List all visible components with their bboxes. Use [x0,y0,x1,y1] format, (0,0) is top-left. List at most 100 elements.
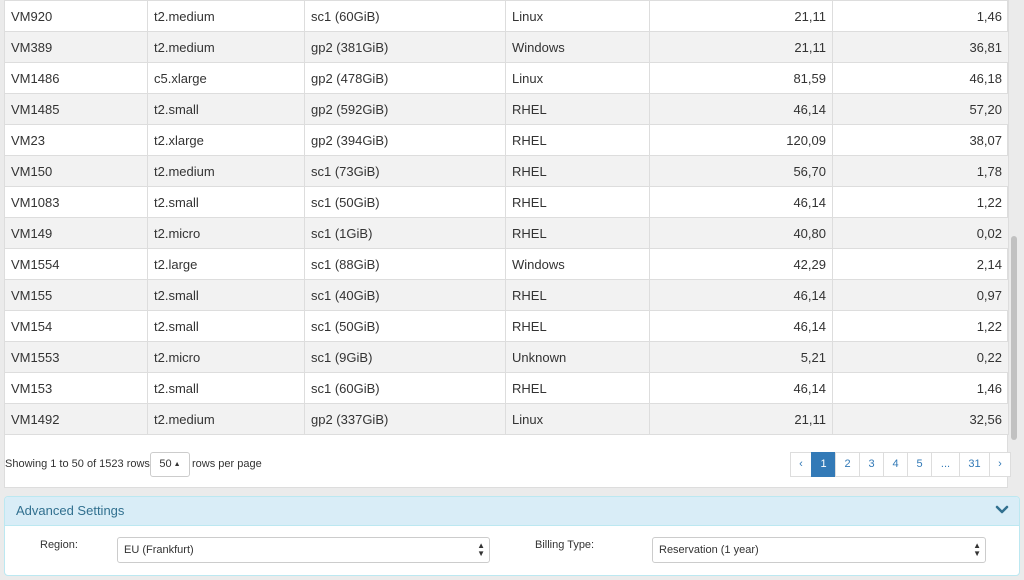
instance-type-cell: c5.xlarge [147,62,305,94]
storage-cell: sc1 (40GiB) [304,279,506,311]
storage-cell: sc1 (73GiB) [304,155,506,187]
cost-cell: 46,14 [649,279,833,311]
instance-type-cell: t2.medium [147,155,305,187]
vm-name-cell: VM1486 [4,62,148,94]
vm-name-cell: VM389 [4,31,148,63]
select-arrows-icon: ▲ ▼ [477,541,485,558]
os-cell: RHEL [505,186,650,218]
instance-type-cell: t2.small [147,279,305,311]
table-row: VM389 t2.medium gp2 (381GiB) Windows 21,11 36… [4,31,1009,63]
billing-type-select[interactable]: Reservation (1 year) ▲ ▼ [652,537,986,563]
vm-name-cell: VM150 [4,155,148,187]
vm-name-cell: VM1554 [4,248,148,280]
cost-cell: 21,11 [649,403,833,435]
table-row: VM154 t2.small sc1 (50GiB) RHEL 46,14 1,22 [4,310,1009,342]
advanced-settings-panel: Advanced Settings Region: EU (Frankfurt)… [4,496,1020,576]
os-cell: Unknown [505,341,650,373]
vm-name-cell: VM155 [4,279,148,311]
page-5-button[interactable]: 5 [907,452,932,477]
storage-cost-cell: 38,07 [832,124,1009,156]
instance-type-cell: t2.large [147,248,305,280]
scrollbar-thumb[interactable] [1011,236,1017,440]
page-size-dropdown[interactable]: 50 ▲ [150,452,190,477]
rows-per-page-text: rows per page [192,458,262,470]
instance-type-cell: t2.small [147,93,305,125]
page-2-button[interactable]: 2 [835,452,860,477]
vm-table: VM920 t2.medium sc1 (60GiB) Linux 21,11 1,46 V… [4,0,1009,435]
cost-cell: 42,29 [649,248,833,280]
os-cell: Linux [505,403,650,435]
vm-name-cell: VM153 [4,372,148,404]
storage-cell: sc1 (60GiB) [304,372,506,404]
vm-name-cell: VM920 [4,0,148,32]
region-label: Region: [40,539,78,551]
region-select-value: EU (Frankfurt) [124,544,194,556]
storage-cost-cell: 1,46 [832,0,1009,32]
page-ellipsis: ... [931,452,960,477]
os-cell: Windows [505,248,650,280]
table-row: VM1553 t2.micro sc1 (9GiB) Unknown 5,21 0,22 [4,341,1009,373]
instance-type-cell: t2.xlarge [147,124,305,156]
os-cell: RHEL [505,310,650,342]
vm-table-panel: VM920 t2.medium sc1 (60GiB) Linux 21,11 1,46 V… [4,0,1009,488]
vm-name-cell: VM1553 [4,341,148,373]
storage-cell: gp2 (394GiB) [304,124,506,156]
vm-name-cell: VM149 [4,217,148,249]
rows-summary-text: Showing 1 to 50 of 1523 rows [5,458,150,470]
vm-name-cell: VM1083 [4,186,148,218]
region-select[interactable]: EU (Frankfurt) ▲ ▼ [117,537,490,563]
vm-name-cell: VM154 [4,310,148,342]
instance-type-cell: t2.micro [147,217,305,249]
cost-cell: 56,70 [649,155,833,187]
page-1-button[interactable]: 1 [811,452,836,477]
os-cell: Linux [505,62,650,94]
storage-cost-cell: 32,56 [832,403,1009,435]
advanced-settings-title: Advanced Settings [16,503,125,518]
table-row: VM920 t2.medium sc1 (60GiB) Linux 21,11 1,46 [4,0,1009,32]
storage-cell: sc1 (50GiB) [304,310,506,342]
page-3-button[interactable]: 3 [859,452,884,477]
storage-cost-cell: 1,22 [832,310,1009,342]
advanced-settings-header[interactable]: Advanced Settings [5,497,1019,526]
billing-type-label: Billing Type: [535,539,595,551]
prev-page-button[interactable]: ‹ [790,452,812,477]
storage-cell: gp2 (478GiB) [304,62,506,94]
storage-cell: sc1 (60GiB) [304,0,506,32]
page-size-value: 50 [159,458,172,470]
page-4-button[interactable]: 4 [883,452,908,477]
storage-cost-cell: 1,46 [832,372,1009,404]
table-row: VM149 t2.micro sc1 (1GiB) RHEL 40,80 0,02 [4,217,1009,249]
storage-cost-cell: 46,18 [832,62,1009,94]
next-page-button[interactable]: › [989,452,1011,477]
cost-cell: 46,14 [649,372,833,404]
storage-cell: sc1 (9GiB) [304,341,506,373]
storage-cost-cell: 36,81 [832,31,1009,63]
os-cell: RHEL [505,217,650,249]
table-row: VM155 t2.small sc1 (40GiB) RHEL 46,14 0,97 [4,279,1009,311]
page-31-button[interactable]: 31 [959,452,990,477]
table-row: VM1083 t2.small sc1 (50GiB) RHEL 46,14 1,22 [4,186,1009,218]
os-cell: RHEL [505,279,650,311]
vm-name-cell: VM23 [4,124,148,156]
table-row: VM23 t2.xlarge gp2 (394GiB) RHEL 120,09 38,07 [4,124,1009,156]
table-row: VM1492 t2.medium gp2 (337GiB) Linux 21,11 32,… [4,403,1009,435]
cost-cell: 46,14 [649,186,833,218]
cost-cell: 5,21 [649,341,833,373]
storage-cost-cell: 0,97 [832,279,1009,311]
cost-cell: 21,11 [649,31,833,63]
instance-type-cell: t2.medium [147,403,305,435]
cost-cell: 21,11 [649,0,833,32]
chevron-down-icon[interactable] [995,503,1009,517]
instance-type-cell: t2.micro [147,341,305,373]
vm-name-cell: VM1485 [4,93,148,125]
os-cell: RHEL [505,124,650,156]
storage-cost-cell: 57,20 [832,93,1009,125]
table-row: VM1485 t2.small gp2 (592GiB) RHEL 46,14 57,20 [4,93,1009,125]
storage-cell: sc1 (1GiB) [304,217,506,249]
storage-cell: gp2 (592GiB) [304,93,506,125]
storage-cell: gp2 (337GiB) [304,403,506,435]
billing-type-select-value: Reservation (1 year) [659,544,759,556]
storage-cell: gp2 (381GiB) [304,31,506,63]
storage-cell: sc1 (88GiB) [304,248,506,280]
storage-cost-cell: 2,14 [832,248,1009,280]
